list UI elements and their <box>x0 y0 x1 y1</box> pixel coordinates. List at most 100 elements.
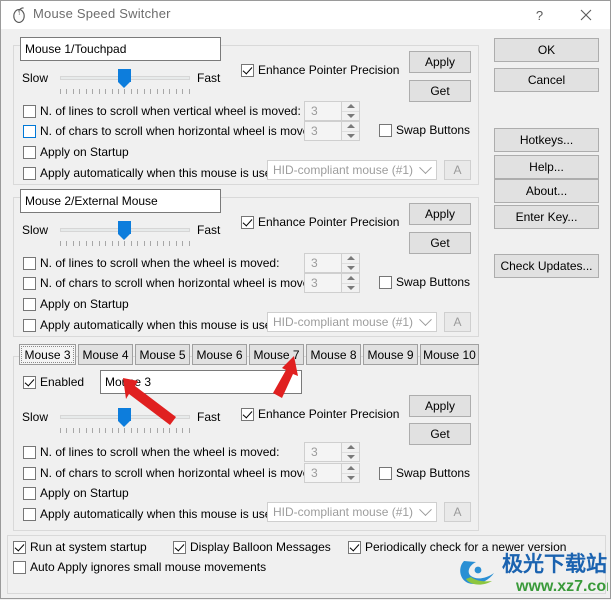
help-icon[interactable]: ? <box>517 1 562 29</box>
enter-key-button[interactable]: Enter Key... <box>494 205 599 229</box>
close-glyph <box>580 9 591 21</box>
tab-mouse-9[interactable]: Mouse 9 <box>363 344 418 365</box>
section2-vertical-scroll-checkbox[interactable]: N. of lines to scroll when the wheel is … <box>23 256 279 270</box>
section3-vertical-scroll-checkbox[interactable]: N. of lines to scroll when the wheel is … <box>23 445 279 459</box>
spinner-arrows[interactable] <box>341 464 359 482</box>
spinner-arrows[interactable] <box>341 274 359 292</box>
checkbox-box <box>23 145 36 159</box>
chevron-down-icon[interactable] <box>414 502 436 517</box>
section3-apply-button[interactable]: Apply <box>409 395 471 417</box>
tab-mouse-3[interactable]: Mouse 3 <box>19 344 76 365</box>
checkbox-box <box>23 297 36 311</box>
checkbox-box <box>23 256 36 270</box>
spinner-arrows[interactable] <box>341 122 359 140</box>
section2-vertical-scroll-spinner[interactable]: 3 <box>304 253 360 273</box>
tab-mouse-10[interactable]: Mouse 10 <box>420 344 479 365</box>
section3-enhance-checkbox[interactable]: Enhance Pointer Precision <box>241 407 399 421</box>
tab-mouse-6[interactable]: Mouse 6 <box>192 344 247 365</box>
spinner-down-icon[interactable] <box>342 473 359 482</box>
section3-horizontal-scroll-checkbox[interactable]: N. of chars to scroll when horizontal wh… <box>23 466 319 480</box>
cancel-button[interactable]: Cancel <box>494 68 599 92</box>
section3-speed-slider[interactable] <box>60 406 190 433</box>
chevron-down-icon[interactable] <box>414 312 436 327</box>
section1-device-combo[interactable]: HID-compliant mouse (#1) <box>267 160 437 180</box>
checkbox-label: N. of lines to scroll when the wheel is … <box>40 445 280 459</box>
spinner-arrows[interactable] <box>341 102 359 120</box>
spinner-up-icon[interactable] <box>342 254 359 264</box>
spinner-up-icon[interactable] <box>342 443 359 453</box>
spinner-up-icon[interactable] <box>342 274 359 284</box>
spinner-arrows[interactable] <box>341 443 359 461</box>
section1-vertical-scroll-spinner[interactable]: 3 <box>304 101 360 121</box>
section1-a-button[interactable]: A <box>444 160 471 180</box>
spinner-up-icon[interactable] <box>342 122 359 132</box>
section2-auto-apply-checkbox[interactable]: Apply automatically when this mouse is u… <box>23 318 281 332</box>
section2-horizontal-scroll-spinner[interactable]: 3 <box>304 273 360 293</box>
spinner-up-icon[interactable] <box>342 464 359 474</box>
tab-mouse-5[interactable]: Mouse 5 <box>135 344 190 365</box>
slider-thumb[interactable] <box>118 69 131 88</box>
section2-speed-slider[interactable] <box>60 219 190 246</box>
checkbox-box <box>23 486 36 500</box>
checkbox-box <box>379 123 392 137</box>
section2-a-button[interactable]: A <box>444 312 471 332</box>
spinner-arrows[interactable] <box>341 254 359 272</box>
section2-name-input[interactable]: Mouse 2/External Mouse <box>20 189 221 213</box>
section1-speed-slider[interactable] <box>60 67 190 94</box>
section2-enhance-checkbox[interactable]: Enhance Pointer Precision <box>241 215 399 229</box>
section1-horizontal-scroll-spinner[interactable]: 3 <box>304 121 360 141</box>
section1-auto-apply-checkbox[interactable]: Apply automatically when this mouse is u… <box>23 166 281 180</box>
section3-get-button[interactable]: Get <box>409 423 471 445</box>
help-button[interactable]: Help... <box>494 155 599 179</box>
section2-swap-buttons-checkbox[interactable]: Swap Buttons <box>379 275 470 289</box>
section3-a-button[interactable]: A <box>444 502 471 522</box>
combo-value: HID-compliant mouse (#1) <box>273 315 414 329</box>
section3-device-combo[interactable]: HID-compliant mouse (#1) <box>267 502 437 522</box>
tab-mouse-4[interactable]: Mouse 4 <box>78 344 133 365</box>
tab-mouse-8[interactable]: Mouse 8 <box>306 344 361 365</box>
section2-horizontal-scroll-checkbox[interactable]: N. of chars to scroll when horizontal wh… <box>23 276 319 290</box>
section1-get-button[interactable]: Get <box>409 80 471 102</box>
section1-horizontal-scroll-checkbox[interactable]: N. of chars to scroll when horizontal wh… <box>23 124 319 138</box>
section1-name-input[interactable]: Mouse 1/Touchpad <box>20 37 221 61</box>
section1-vertical-scroll-checkbox[interactable]: N. of lines to scroll when vertical whee… <box>23 104 301 118</box>
ok-button[interactable]: OK <box>494 38 599 62</box>
spinner-down-icon[interactable] <box>342 131 359 140</box>
checkbox-label: Enhance Pointer Precision <box>258 63 400 77</box>
slider-thumb[interactable] <box>118 221 131 240</box>
section1-enhance-checkbox[interactable]: Enhance Pointer Precision <box>241 63 399 77</box>
slider-thumb[interactable] <box>118 408 131 427</box>
section3-auto-apply-checkbox[interactable]: Apply automatically when this mouse is u… <box>23 507 281 521</box>
section3-swap-buttons-checkbox[interactable]: Swap Buttons <box>379 466 470 480</box>
tab-label: Mouse 8 <box>310 347 357 362</box>
section3-apply-startup-checkbox[interactable]: Apply on Startup <box>23 486 129 500</box>
section2-get-button[interactable]: Get <box>409 232 471 254</box>
section2-apply-startup-checkbox[interactable]: Apply on Startup <box>23 297 129 311</box>
auto-apply-ignore-checkbox[interactable]: Auto Apply ignores small mouse movements <box>13 560 266 574</box>
section3-vertical-scroll-spinner[interactable]: 3 <box>304 442 360 462</box>
spinner-down-icon[interactable] <box>342 263 359 272</box>
spinner-up-icon[interactable] <box>342 102 359 112</box>
section3-horizontal-scroll-spinner[interactable]: 3 <box>304 463 360 483</box>
about-button[interactable]: About... <box>494 179 599 203</box>
display-balloon-messages-checkbox[interactable]: Display Balloon Messages <box>173 540 331 554</box>
close-icon[interactable] <box>563 1 608 29</box>
section3-enabled-checkbox[interactable]: Enabled <box>23 375 84 389</box>
section1-apply-startup-checkbox[interactable]: Apply on Startup <box>23 145 129 159</box>
checkbox-label: N. of chars to scroll when horizontal wh… <box>40 466 320 480</box>
section1-apply-button[interactable]: Apply <box>409 51 471 73</box>
spinner-down-icon[interactable] <box>342 283 359 292</box>
run-at-startup-checkbox[interactable]: Run at system startup <box>13 540 147 554</box>
checkbox-label: Apply automatically when this mouse is u… <box>40 318 282 332</box>
hotkeys-button[interactable]: Hotkeys... <box>494 128 599 152</box>
spinner-down-icon[interactable] <box>342 111 359 120</box>
section2-apply-button[interactable]: Apply <box>409 203 471 225</box>
chevron-down-icon[interactable] <box>414 160 436 175</box>
section2-device-combo[interactable]: HID-compliant mouse (#1) <box>267 312 437 332</box>
check-updates-button[interactable]: Check Updates... <box>494 254 599 278</box>
tab-mouse-7[interactable]: Mouse 7 <box>249 344 304 365</box>
mouse-tab-strip: Mouse 3 Mouse 4 Mouse 5 Mouse 6 Mouse 7 … <box>19 344 479 365</box>
section3-name-input[interactable]: Mouse 3 <box>100 370 302 394</box>
spinner-down-icon[interactable] <box>342 452 359 461</box>
section1-swap-buttons-checkbox[interactable]: Swap Buttons <box>379 123 470 137</box>
